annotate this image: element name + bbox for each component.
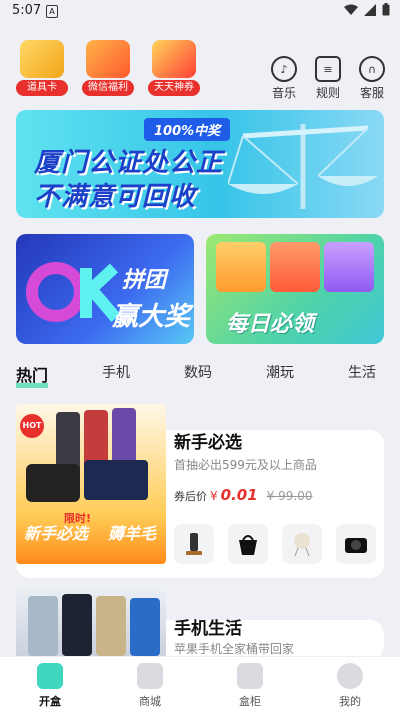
banner-badge: 100%中奖 bbox=[144, 118, 231, 141]
music-label: 音乐 bbox=[271, 86, 296, 100]
nav-box-cabinet[interactable]: 盒柜 bbox=[220, 657, 280, 713]
tab-trendy-toys[interactable]: 潮玩 bbox=[266, 362, 294, 386]
phone-graphic-a bbox=[28, 596, 58, 656]
stand-icon bbox=[186, 533, 202, 555]
limited-time-text: 限时! bbox=[64, 512, 92, 525]
newbie-product-image: HOT 新手必选 限时! 薅羊毛 bbox=[16, 404, 166, 564]
phone-life-product-image bbox=[16, 590, 166, 660]
notification-icon: A bbox=[46, 5, 58, 18]
newbie-title: 新手必选 bbox=[174, 433, 242, 453]
tab-hot[interactable]: 热门 bbox=[16, 362, 49, 388]
price-value: 0.01 bbox=[220, 486, 258, 504]
prop-card-label: 道具卡 bbox=[16, 80, 68, 96]
laptop-graphic bbox=[84, 460, 148, 500]
hot-badge: HOT bbox=[20, 414, 44, 438]
nav-mall[interactable]: 商城 bbox=[120, 657, 180, 713]
phone-life-title: 手机生活 bbox=[174, 619, 242, 639]
camera-graphic bbox=[26, 464, 80, 502]
thumbnail-stand[interactable] bbox=[174, 524, 214, 564]
daily-coupon-label: 天天神券 bbox=[148, 80, 200, 96]
rules-label: 规则 bbox=[315, 86, 340, 100]
daily-claim-promo[interactable]: 每日必领 bbox=[206, 234, 384, 344]
wool-text: 薅羊毛 bbox=[108, 524, 157, 543]
phone-life-subtitle: 苹果手机全家桶带回家 bbox=[174, 642, 295, 656]
prop-card-icon bbox=[20, 40, 64, 78]
camera-icon bbox=[345, 538, 367, 553]
headset-icon: ∩ bbox=[359, 56, 385, 82]
banner-headline: 厦门公证处公正 bbox=[34, 148, 224, 178]
lamp-icon bbox=[294, 533, 310, 557]
coupon-box-icon bbox=[152, 40, 196, 78]
tab-life[interactable]: 生活 bbox=[348, 362, 376, 386]
battery-icon bbox=[382, 3, 390, 16]
phone-graphic bbox=[56, 412, 80, 472]
newbie-price: 券后价 ¥ 0.01 ¥ 99.00 bbox=[174, 486, 312, 504]
notary-banner[interactable]: 100%中奖 厦门公证处公正 不满意可回收 bbox=[16, 110, 384, 218]
bottom-nav: 开盒 商城 盒柜 我的 bbox=[0, 656, 400, 713]
phone-graphic-d bbox=[130, 598, 160, 656]
nav-open-box[interactable]: 开盒 bbox=[20, 657, 80, 713]
right-nav: ♪ 音乐 ≡ 规则 ∩ 客服 bbox=[268, 56, 388, 101]
gift-box-row bbox=[216, 242, 374, 292]
cabinet-icon bbox=[237, 663, 263, 689]
price-label: 券后价 bbox=[174, 490, 207, 503]
thumbnail-camera[interactable] bbox=[336, 524, 376, 564]
category-tabs: 热门 手机 数码 潮玩 生活 bbox=[16, 362, 376, 388]
gift-box-icon bbox=[86, 40, 130, 78]
daily-claim-text: 每日必领 bbox=[226, 312, 315, 337]
group-buy-line2: 赢大奖 bbox=[112, 302, 191, 332]
wechat-welfare-button[interactable]: 微信福利 bbox=[82, 40, 134, 96]
customer-service-label: 客服 bbox=[359, 86, 384, 100]
customer-service-button[interactable]: ∩ 客服 bbox=[356, 56, 388, 101]
tab-digital[interactable]: 数码 bbox=[184, 362, 212, 386]
newbie-subtitle: 首抽必出599元及以上商品 bbox=[174, 458, 317, 472]
open-box-icon bbox=[37, 663, 63, 689]
group-buy-promo[interactable]: 拼团 赢大奖 bbox=[16, 234, 194, 344]
nav-profile[interactable]: 我的 bbox=[320, 657, 380, 713]
nav-mall-label: 商城 bbox=[139, 695, 161, 708]
phone-graphic-b bbox=[62, 594, 92, 656]
scale-graphic bbox=[228, 124, 378, 209]
nav-box-cabinet-label: 盒柜 bbox=[239, 695, 261, 708]
thumbnail-bag[interactable] bbox=[228, 524, 268, 564]
newbie-thumbnails bbox=[174, 524, 376, 564]
banner-subheadline: 不满意可回收 bbox=[34, 182, 197, 212]
phone-graphic-c bbox=[96, 596, 126, 656]
rules-button[interactable]: ≡ 规则 bbox=[312, 56, 344, 101]
wechat-welfare-label: 微信福利 bbox=[82, 80, 134, 96]
tab-phone[interactable]: 手机 bbox=[102, 362, 130, 386]
original-price: ¥ 99.00 bbox=[266, 489, 313, 503]
wifi-icon bbox=[344, 4, 358, 15]
music-icon: ♪ bbox=[271, 56, 297, 82]
system-icons bbox=[344, 3, 390, 16]
price-currency: ¥ bbox=[210, 489, 218, 503]
top-feature-icons: 道具卡 微信福利 天天神券 bbox=[16, 40, 200, 96]
ok-graphic bbox=[26, 262, 121, 322]
thumbnail-lamp[interactable] bbox=[282, 524, 322, 564]
status-bar: 5:07 A bbox=[0, 0, 400, 22]
signal-icon bbox=[364, 3, 376, 16]
profile-icon bbox=[337, 663, 363, 689]
bag-icon bbox=[239, 535, 257, 555]
music-button[interactable]: ♪ 音乐 bbox=[268, 56, 300, 101]
prop-card-button[interactable]: 道具卡 bbox=[16, 40, 68, 96]
status-time: 5:07 bbox=[12, 3, 42, 18]
nav-profile-label: 我的 bbox=[339, 695, 361, 708]
group-buy-line1: 拼团 bbox=[122, 268, 167, 293]
mall-icon bbox=[137, 663, 163, 689]
daily-coupon-button[interactable]: 天天神券 bbox=[148, 40, 200, 96]
rules-icon: ≡ bbox=[315, 56, 341, 82]
nav-open-box-label: 开盒 bbox=[39, 695, 61, 708]
